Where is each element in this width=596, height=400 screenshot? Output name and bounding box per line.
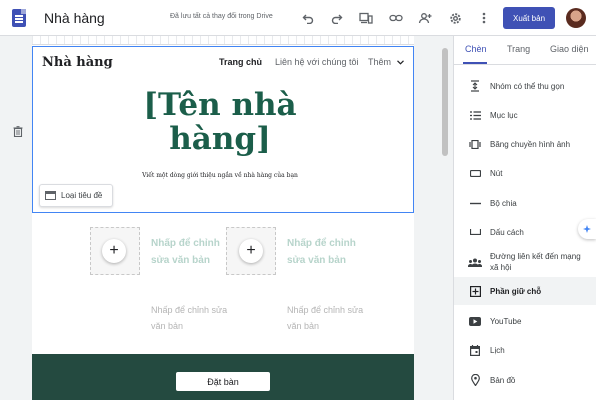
hero-title[interactable]: [Tên nhà hàng] [100, 88, 340, 156]
nav-item-home[interactable]: Trang chủ [219, 57, 262, 67]
add-content-icon[interactable]: + [239, 239, 263, 263]
explore-icon[interactable] [578, 219, 596, 239]
canvas-scrollbar[interactable] [442, 48, 448, 156]
calendar-icon [468, 343, 482, 357]
tab-pages[interactable]: Trang [507, 44, 530, 54]
column-1-body-text[interactable]: Nhấp để chỉnh sửa văn bản [151, 302, 231, 334]
panel-item-label: Bộ chia [490, 198, 517, 208]
panel-item-table-of-contents[interactable]: Mục lục [454, 101, 596, 129]
header-type-label: Loại tiêu đề [61, 191, 103, 200]
button-icon [468, 166, 482, 180]
panel-item-label: Đường liên kết đến mạng xã hội [490, 252, 581, 272]
header-type-button[interactable]: Loại tiêu đề [39, 184, 113, 207]
map-icon [468, 373, 482, 387]
nav-more-label: Thêm [368, 57, 392, 67]
panel-item-divider[interactable]: Bộ chia [454, 189, 596, 217]
undo-icon[interactable] [299, 9, 317, 27]
divider-icon [468, 196, 482, 210]
publish-button[interactable]: Xuất bản [503, 7, 555, 29]
panel-item-label: Mục lục [490, 110, 518, 120]
social-links-icon [468, 255, 482, 269]
panel-item-label: Bản đồ [490, 375, 516, 385]
panel-item-spacer[interactable]: Dấu cách [454, 218, 596, 246]
panel-item-label: YouTube [490, 316, 522, 326]
avatar[interactable] [566, 8, 586, 28]
share-icon[interactable] [416, 9, 434, 27]
panel-item-button[interactable]: Nút [454, 159, 596, 187]
tab-themes[interactable]: Giao diện [550, 44, 589, 54]
preview-devices-icon[interactable] [357, 9, 375, 27]
panel-item-label: Nhóm có thể thu gọn [490, 81, 565, 91]
panel-item-placeholder[interactable]: Phần giữ chỗ [454, 277, 596, 305]
panel-item-map[interactable]: Bản đồ [454, 366, 596, 394]
panel-item-label: Phần giữ chỗ [490, 286, 542, 296]
column-1-heading-text[interactable]: Nhấp để chỉnh sửa văn bản [151, 235, 231, 269]
panel-item-collapsible-group[interactable]: Nhóm có thể thu gọn [454, 72, 596, 100]
settings-icon[interactable] [446, 9, 464, 27]
hero-subtitle[interactable]: Viết một dòng giới thiệu ngắn về nhà hàn… [100, 172, 340, 179]
header-type-icon [45, 191, 56, 200]
collapsible-group-icon [468, 79, 482, 93]
nav-item-contact[interactable]: Liên hệ với chúng tôi [275, 57, 358, 67]
panel-item-label: Nút [490, 168, 503, 178]
table-of-contents-icon [468, 108, 482, 122]
column-2-body-text[interactable]: Nhấp để chỉnh sửa văn bản [287, 302, 367, 334]
reserve-button[interactable]: Đặt bàn [176, 372, 270, 391]
spacer-icon [468, 225, 482, 239]
nav-item-more[interactable]: Thêm [368, 57, 404, 67]
tab-divider [453, 64, 596, 65]
chevron-down-icon [396, 57, 404, 67]
column-2-heading-text[interactable]: Nhấp để chỉnh sửa văn bản [287, 235, 367, 269]
placeholder-icon [468, 284, 482, 298]
ruler [32, 36, 414, 45]
redo-icon[interactable] [328, 9, 346, 27]
google-sites-logo-icon[interactable] [12, 9, 26, 27]
panel-item-calendar[interactable]: Lịch [454, 336, 596, 364]
panel-item-youtube[interactable]: YouTube [454, 307, 596, 335]
top-bar: Nhà hàng Đã lưu tất cả thay đổi trong Dr… [0, 0, 596, 36]
site-name[interactable]: Nhà hàng [42, 55, 113, 70]
more-vert-icon[interactable] [475, 9, 493, 27]
delete-section-icon[interactable] [11, 124, 25, 138]
panel-item-label: Lịch [490, 345, 505, 355]
panel-item-label: Băng chuyền hình ảnh [490, 139, 571, 149]
panel-item-image-carousel[interactable]: Băng chuyền hình ảnh [454, 130, 596, 158]
save-status: Đã lưu tất cả thay đổi trong Drive [170, 13, 273, 20]
tab-insert[interactable]: Chèn [465, 44, 487, 54]
youtube-icon [468, 314, 482, 328]
add-content-icon[interactable]: + [102, 239, 126, 263]
panel-item-social-links[interactable]: Đường liên kết đến mạng xã hội [454, 248, 596, 276]
insert-link-icon[interactable] [387, 9, 405, 27]
panel-item-label: Dấu cách [490, 227, 524, 237]
document-title[interactable]: Nhà hàng [44, 10, 105, 26]
image-carousel-icon [468, 137, 482, 151]
